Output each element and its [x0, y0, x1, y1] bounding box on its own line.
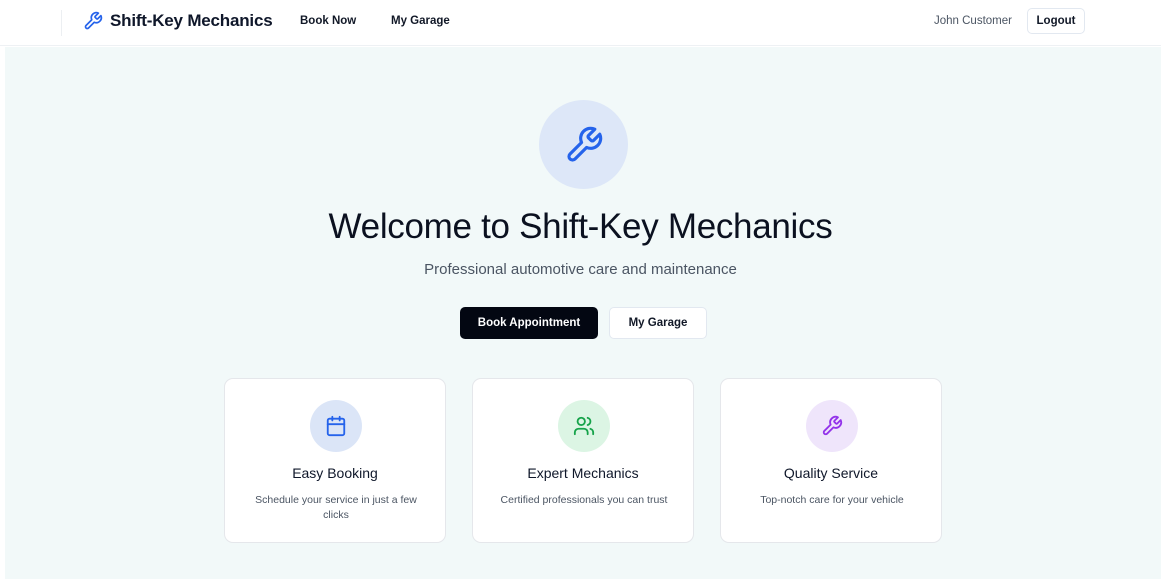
- feature-description: Top-notch care for your vehicle: [760, 494, 904, 506]
- feature-title: Expert Mechanics: [527, 465, 639, 481]
- hero-subtitle: Professional automotive care and mainten…: [424, 261, 737, 278]
- nav-link-my-garage[interactable]: My Garage: [391, 15, 450, 27]
- users-icon: [573, 415, 595, 437]
- wrench-icon: [821, 415, 843, 437]
- top-navbar: Shift-Key Mechanics Book Now My Garage J…: [0, 0, 1161, 46]
- feature-icon-badge: [558, 400, 610, 452]
- brand-logo-link[interactable]: Shift-Key Mechanics: [83, 11, 273, 31]
- feature-description: Schedule your service in just a few clic…: [255, 494, 417, 521]
- feature-card-expert-mechanics: Expert Mechanics Certified professionals…: [472, 378, 694, 543]
- feature-title: Quality Service: [783, 465, 879, 481]
- navbar-divider: [61, 10, 62, 36]
- feature-icon-badge: [310, 400, 362, 452]
- nav-link-book-now[interactable]: Book Now: [300, 15, 356, 27]
- feature-card-quality-service: Quality Service Top-notch care for your …: [720, 378, 942, 543]
- feature-title: Easy Booking: [292, 465, 378, 481]
- wrench-icon: [564, 125, 604, 165]
- book-appointment-button[interactable]: Book Appointment: [460, 307, 598, 339]
- hero-title: Welcome to Shift-Key Mechanics: [328, 207, 833, 246]
- logout-button[interactable]: Logout: [1027, 8, 1085, 34]
- calendar-icon: [325, 415, 347, 437]
- current-user-name: John Customer: [934, 15, 1012, 27]
- feature-card-easy-booking: Easy Booking Schedule your service in ju…: [224, 378, 446, 543]
- wrench-icon: [83, 11, 103, 31]
- feature-description: Certified professionals you can trust: [500, 494, 668, 506]
- feature-icon-badge: [806, 400, 858, 452]
- brand-name: Shift-Key Mechanics: [110, 11, 273, 30]
- my-garage-button[interactable]: My Garage: [609, 307, 707, 339]
- hero-icon-badge: [539, 100, 628, 189]
